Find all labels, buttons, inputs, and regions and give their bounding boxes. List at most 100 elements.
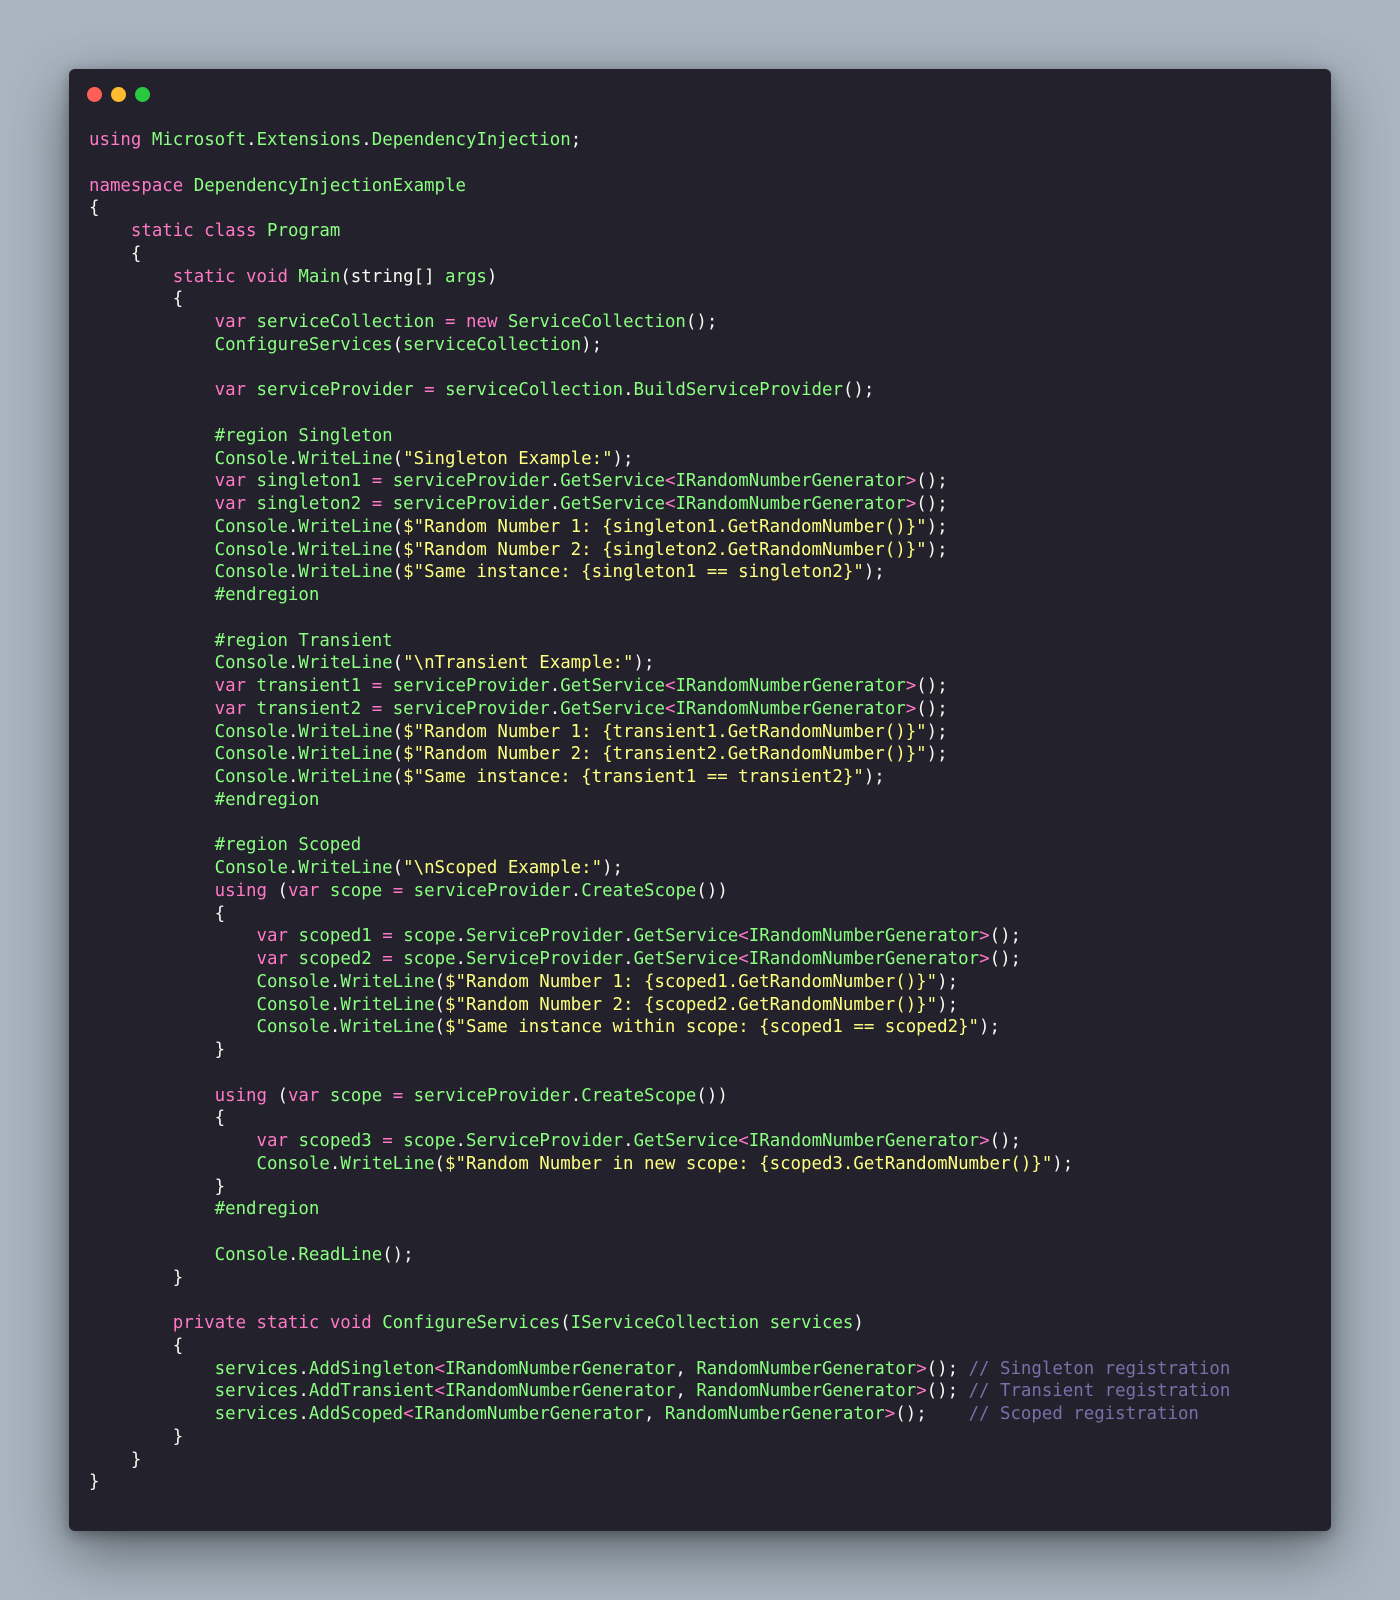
keyword-token: = [371,698,383,719]
text-token: ()) [696,1085,728,1106]
text-token: } [89,1426,184,1447]
keyword-token: = [382,926,393,947]
identifier-token: args [445,266,487,287]
string-token: "\nTransient Example:" [403,653,634,674]
identifier-token: WriteLine [340,1153,435,1174]
code-line: #region Transient [89,630,1321,653]
identifier-token: WriteLine [340,994,435,1015]
code-line: var scoped3 = scope.ServiceProvider.GetS… [89,1130,1321,1153]
string-token: $"Random Number in new scope: {scoped3.G… [445,1153,1053,1174]
identifier-token: serviceProvider [413,1085,571,1106]
code-line: var scoped2 = scope.ServiceProvider.GetS… [89,948,1321,971]
identifier-token: Console [256,1017,330,1038]
text-token: ( [434,1017,446,1038]
identifier-token: ConfigureServices [382,1313,561,1333]
text-token: ( [434,994,446,1015]
identifier-token: serviceCollection [403,334,582,355]
text-token: { [89,1335,184,1356]
identifier-token: serviceProvider [392,471,550,492]
text-token: (string[] [340,266,446,287]
keyword-token: var [214,698,247,719]
identifier-token: IRandomNumberGenerator [413,1404,644,1424]
text-token: . [246,130,257,150]
text-token: ); [612,448,634,469]
identifier-token: Console [214,448,288,469]
text-token: . [570,880,582,901]
text-token: . [298,1358,309,1379]
identifier-token: scope [403,949,456,969]
text-token: (); [382,1244,414,1265]
code-line: Console.ReadLine(); [89,1244,1321,1267]
string-token: $"Random Number 1: {scoped1.GetRandomNum… [445,971,938,992]
text-token: . [287,858,299,878]
identifier-token: ServiceCollection [507,312,686,332]
identifier-token: Console [256,1153,330,1174]
text-token: (); [685,312,718,332]
keyword-token: = [392,880,404,901]
text-token: } [89,1472,100,1493]
identifier-token: serviceCollection [256,312,435,332]
identifier-token: GetService [560,698,665,719]
text-token: ); [926,721,948,742]
keyword-token: < [664,494,676,514]
close-button[interactable] [87,87,102,102]
identifier-token: Console [214,516,288,537]
code-line: ConfigureServices(serviceCollection); [89,334,1321,357]
text-token: ()) [696,880,728,901]
code-line: { [89,288,1321,311]
text-token: , [643,1404,665,1424]
identifier-token: GetService [633,949,739,969]
identifier-token: Main [298,266,341,287]
text-token: . [298,1404,309,1424]
identifier-token: WriteLine [298,767,393,787]
keyword-token: using [214,880,267,901]
code-line: services.AddTransient<IRandomNumberGener… [89,1380,1321,1403]
text-token: { [89,903,226,924]
code-line: { [89,1107,1321,1130]
keyword-token: = [445,312,456,332]
text-token: . [455,949,467,969]
text-token: ); [863,562,885,583]
identifier-token: IRandomNumberGenerator [675,494,906,514]
text-token: (); [895,1404,969,1424]
keyword-token: private static void [172,1313,372,1333]
identifier-token: ConfigureServices [214,334,393,355]
text-token: ); [633,653,655,674]
text-token: ( [392,653,404,674]
text-token: (); [989,949,1022,969]
keyword-token: namespace [89,175,184,196]
code-line: { [89,197,1321,220]
keyword-token: = [382,1131,393,1151]
text-token: . [287,744,299,765]
text-token: . [287,562,299,583]
minimize-button[interactable] [111,87,126,102]
identifier-token: AddScoped [308,1404,404,1424]
text-token: , [675,1381,697,1402]
text-token: ( [392,744,404,765]
keyword-token: > [884,1404,896,1424]
identifier-token: WriteLine [298,653,393,674]
text-token: { [89,1108,226,1129]
maximize-button[interactable] [135,87,150,102]
identifier-token: scope [403,1131,456,1151]
code-line: Console.WriteLine($"Random Number 1: {si… [89,516,1321,539]
text-token: ); [937,971,959,992]
text-token: ) [853,1313,864,1333]
code-line: } [89,1267,1321,1290]
keyword-token: = [371,494,383,514]
